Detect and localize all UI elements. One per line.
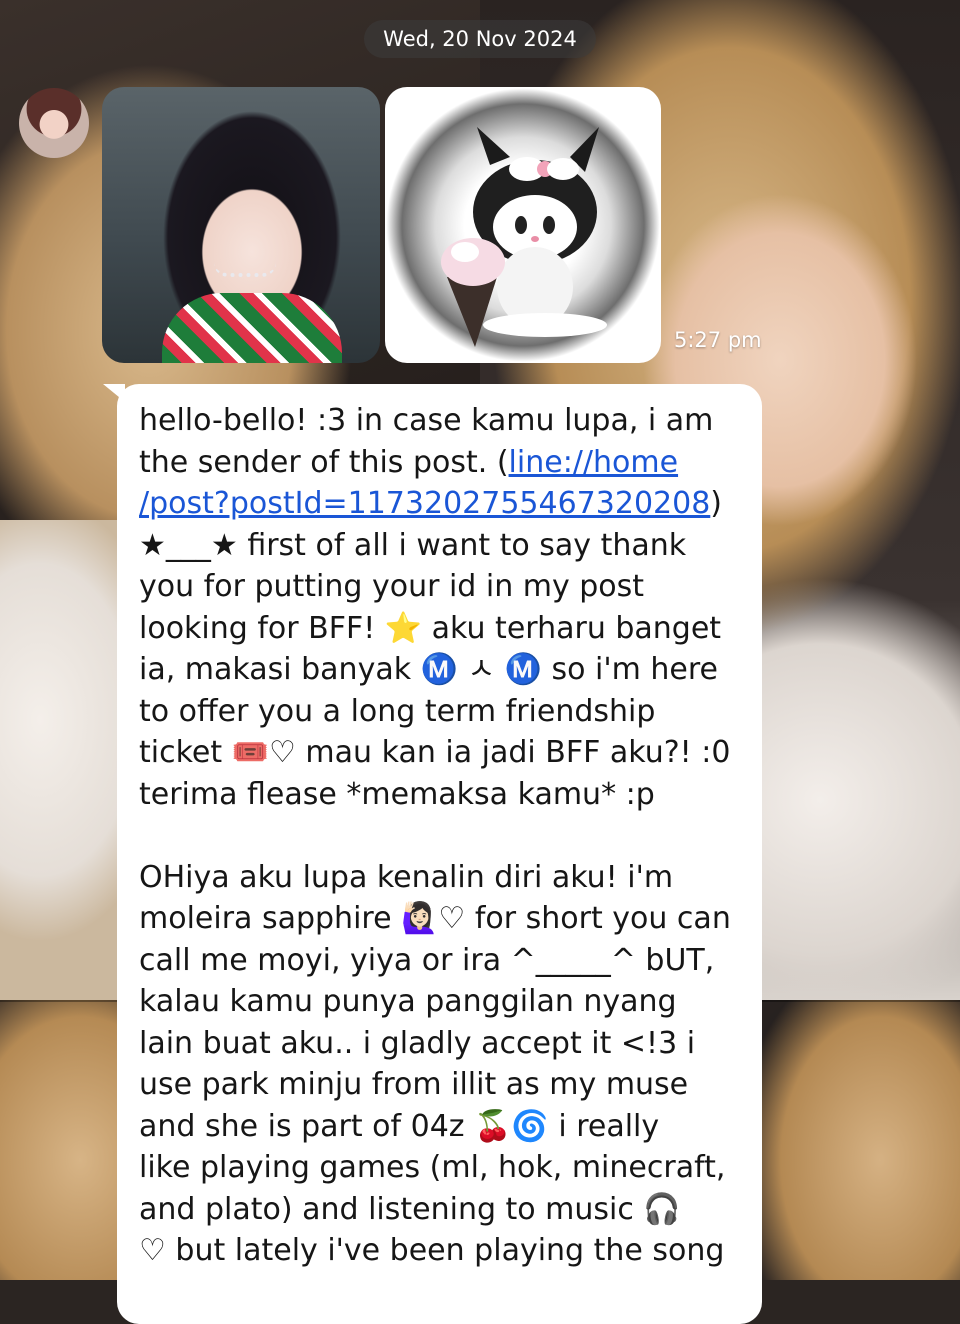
wallpaper-photo-mid-left <box>0 520 130 1020</box>
message-line: looking for BFF! ⭐ aku terharu banget <box>139 610 722 646</box>
message-line: terima flease *memaksa kamu* :p <box>139 776 655 812</box>
photo-necklace-detail <box>214 263 276 277</box>
message-line: ♡ but lately i've been playing the song <box>139 1233 725 1268</box>
message-line: ia, makasi banyak Ⓜ️ ㅅ Ⓜ️ so i'm here <box>139 652 718 687</box>
message-line: ★___★ first of all i want to say thank <box>139 527 687 563</box>
kuromi-sticker-photo[interactable] <box>385 87 661 363</box>
link-close-paren: ) <box>710 486 723 521</box>
date-separator: Wed, 20 Nov 2024 <box>364 20 596 58</box>
message-line: lain buat aku.. i gladly accept it <!3 i <box>139 1025 696 1061</box>
post-link-part-2[interactable]: /post?postId=1173202755467320208 <box>139 486 710 521</box>
message-line: to offer you a long term friendship <box>139 693 656 729</box>
message-text: hello-bello! :3 in case kamu lupa, i am … <box>139 400 749 1272</box>
photo-outfit-detail <box>162 293 342 363</box>
message-line: OHiya aku lupa kenalin diri aku! i'm <box>139 859 674 895</box>
sender-avatar[interactable] <box>19 88 89 158</box>
message-line: you for putting your id in my post <box>139 569 645 604</box>
message-line: moleira sapphire 🙋🏻‍♀️♡ for short you ca… <box>139 901 731 936</box>
kuromi-icon <box>441 127 607 347</box>
photo-girl-portrait[interactable] <box>102 87 380 363</box>
message-line: the sender of this post. ( <box>139 444 509 480</box>
message-line: kalau kamu punya panggilan nyang <box>139 984 677 1019</box>
message-line: call me moyi, yiya or ira ^_____^ bUT, <box>139 942 715 978</box>
message-line: and plato) and listening to music 🎧 <box>139 1191 681 1227</box>
post-link-part-1[interactable]: line://home <box>509 445 679 480</box>
message-line: like playing games (ml, hok, minecraft, <box>139 1150 726 1185</box>
message-line: hello-bello! :3 in case kamu lupa, i am <box>139 403 714 438</box>
message-line: use park minju from illit as my muse <box>139 1067 689 1102</box>
message-line: ticket 🎟️♡ mau kan ia jadi BFF aku?! :0 <box>139 735 731 770</box>
message-line: and she is part of 04z 🍒🌀 i really <box>139 1108 660 1144</box>
message-timestamp: 5:27 pm <box>674 328 762 352</box>
